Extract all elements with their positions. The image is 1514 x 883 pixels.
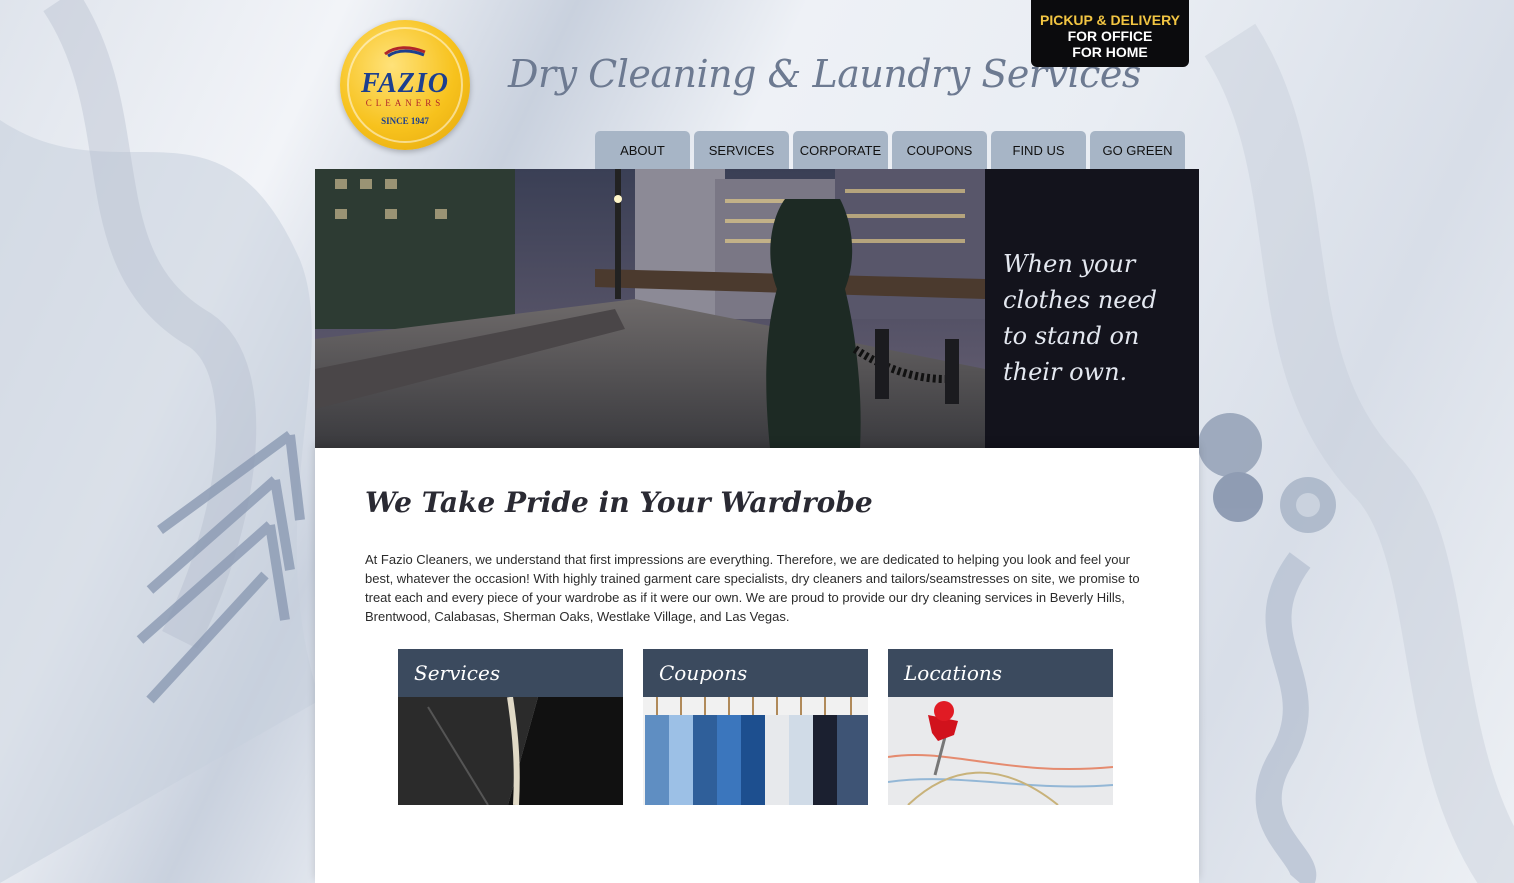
card-services[interactable]: Services [398, 649, 623, 805]
card-services-title: Services [398, 649, 623, 697]
nav-services[interactable]: SERVICES [694, 131, 789, 169]
nav-coupons[interactable]: COUPONS [892, 131, 987, 169]
logo-badge: FAZIO CLEANERS SINCE 1947 [347, 27, 463, 143]
intro-paragraph: At Fazio Cleaners, we understand that fi… [365, 552, 1140, 624]
pickup-line-1: PICKUP & DELIVERY [1039, 12, 1181, 28]
map-pin-image [888, 697, 1113, 805]
hero-photo-night-boardwalk [315, 169, 985, 448]
nav-about[interactable]: ABOUT [595, 131, 690, 169]
sewing-buttons-icon [1198, 413, 1336, 533]
pickup-delivery-banner[interactable]: PICKUP & DELIVERY FOR OFFICE FOR HOME [1031, 0, 1189, 67]
nav-find-us[interactable]: FIND US [991, 131, 1086, 169]
pickup-line-3: FOR HOME [1072, 44, 1148, 60]
shirts-on-hangers-image [643, 697, 868, 805]
measuring-tape-icon [1255, 552, 1317, 883]
logo-wordmark: FAZIO [360, 68, 449, 99]
hero-quote: When your clothes need to stand on their… [1003, 250, 1158, 386]
card-coupons[interactable]: Coupons [643, 649, 868, 805]
card-locations[interactable]: Locations [888, 649, 1113, 805]
nav-corporate[interactable]: CORPORATE [793, 131, 888, 169]
page-heading: We Take Pride in Your Wardrobe [365, 486, 873, 519]
logo-subtitle: CLEANERS [365, 98, 445, 108]
nav-go-green[interactable]: GO GREEN [1090, 131, 1185, 169]
suit-tailoring-image [398, 696, 623, 805]
main-nav: ABOUT SERVICES CORPORATE COUPONS FIND US… [595, 131, 1185, 169]
hanger-icon [136, 430, 305, 704]
card-coupons-title: Coupons [643, 649, 868, 697]
fazio-logo[interactable]: FAZIO CLEANERS SINCE 1947 [340, 20, 470, 150]
pickup-line-2: FOR OFFICE [1067, 28, 1153, 44]
running-figures-icon [384, 46, 426, 58]
card-locations-title: Locations [888, 649, 1113, 697]
logo-since: SINCE 1947 [381, 116, 429, 126]
